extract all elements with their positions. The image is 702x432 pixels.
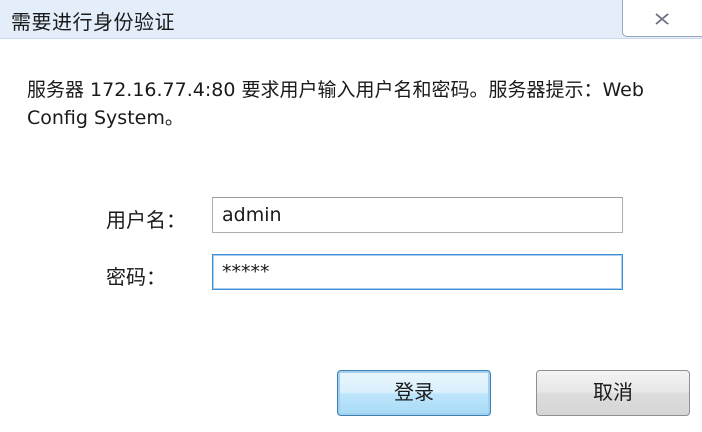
password-input[interactable]: ***** [212, 254, 623, 290]
close-button[interactable] [622, 0, 702, 37]
login-button[interactable]: 登录 [337, 370, 491, 416]
username-input[interactable]: admin [212, 197, 623, 233]
title-bar[interactable]: 需要进行身份验证 [0, 0, 702, 39]
dialog-title: 需要进行身份验证 [11, 10, 175, 34]
username-label: 用户名： [106, 208, 186, 232]
close-icon [655, 13, 670, 25]
auth-message: 服务器 172.16.77.4:80 要求用户输入用户名和密码。服务器提示：We… [27, 79, 644, 129]
password-label: 密码： [106, 265, 166, 289]
cancel-button[interactable]: 取消 [536, 370, 690, 416]
auth-dialog: 需要进行身份验证 服务器 172.16.77.4:80 要求用户输入用户名和密码… [0, 0, 702, 432]
